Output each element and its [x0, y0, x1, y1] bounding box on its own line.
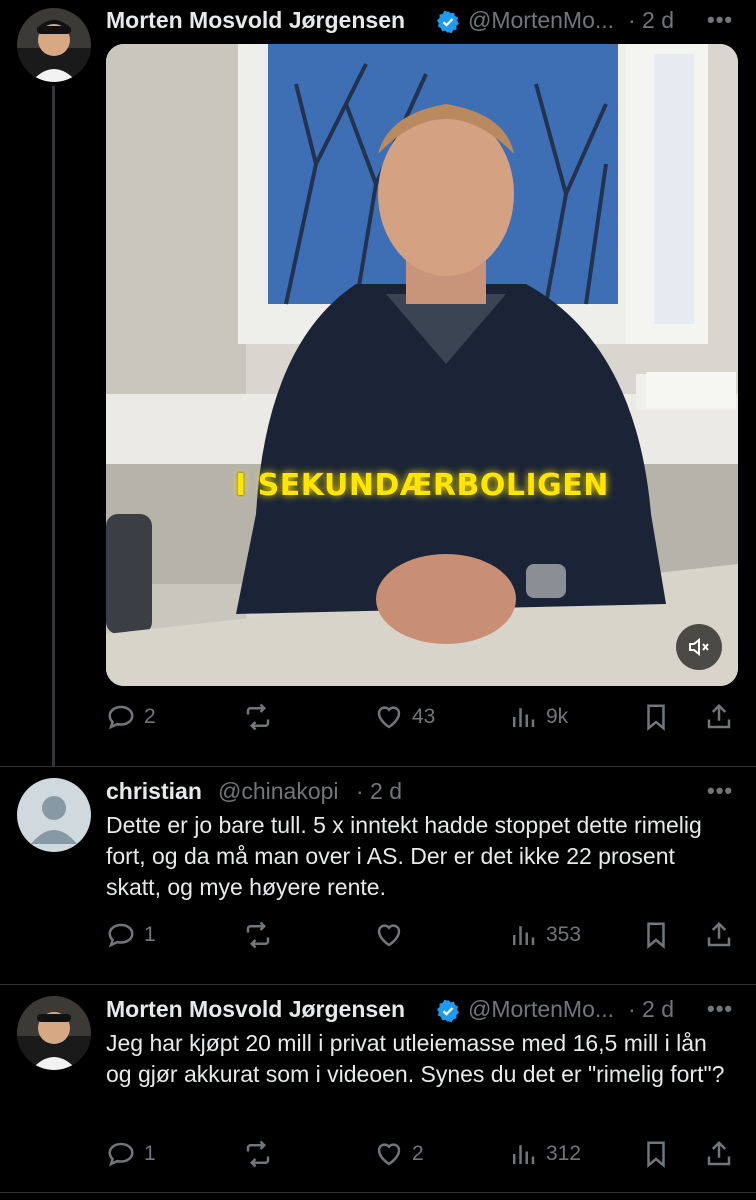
- reply-icon: [108, 1142, 134, 1167]
- like-button[interactable]: [374, 920, 412, 950]
- repost-button[interactable]: [243, 920, 281, 950]
- tweet-text: Jeg har kjøpt 20 mill i privat utleiemas…: [106, 1030, 725, 1087]
- reply-count: 2: [144, 705, 156, 728]
- share-button[interactable]: [704, 920, 734, 950]
- reply-button[interactable]: 2: [106, 702, 156, 732]
- video-player[interactable]: I SEKUNDÆRBOLIGEN: [106, 44, 738, 686]
- share-icon: [707, 1140, 731, 1166]
- tweet-time[interactable]: · 2 d: [628, 7, 674, 34]
- like-button[interactable]: 2: [374, 1139, 424, 1169]
- reply-button[interactable]: 1: [106, 1139, 156, 1169]
- repost-button[interactable]: [243, 702, 281, 732]
- views-button[interactable]: 9k: [508, 702, 568, 732]
- tweet-text: Dette er jo bare tull. 5 x inntekt hadde…: [106, 812, 702, 900]
- author-name[interactable]: Morten Mosvold Jørgensen: [106, 7, 405, 34]
- reply-count: 1: [144, 1142, 156, 1165]
- share-icon: [707, 921, 731, 947]
- bookmark-icon: [647, 704, 665, 731]
- like-count: 2: [412, 1142, 424, 1165]
- verified-icon: [437, 999, 459, 1023]
- verified-icon: [437, 10, 459, 34]
- more-options-icon[interactable]: •••: [707, 7, 733, 33]
- more-options-icon[interactable]: •••: [707, 996, 733, 1022]
- views-count: 9k: [546, 705, 569, 728]
- bookmark-icon: [647, 922, 665, 949]
- bookmark-button[interactable]: [641, 1139, 671, 1169]
- author-handle[interactable]: @chinakopi: [218, 778, 339, 805]
- mute-button[interactable]: [676, 624, 722, 670]
- author-avatar[interactable]: [17, 8, 91, 82]
- bookmark-button[interactable]: [641, 920, 671, 950]
- share-button[interactable]: [704, 1139, 734, 1169]
- views-count: 312: [546, 1142, 582, 1165]
- like-icon: [377, 1143, 401, 1166]
- thread-connector: [52, 86, 55, 766]
- author-name[interactable]: Morten Mosvold Jørgensen: [106, 996, 405, 1023]
- reply-button[interactable]: 1: [106, 920, 156, 950]
- more-options-icon[interactable]: •••: [707, 778, 733, 804]
- share-button[interactable]: [704, 702, 734, 732]
- video-frame: [106, 44, 738, 686]
- like-icon: [377, 706, 401, 729]
- default-avatar-icon[interactable]: [17, 778, 91, 852]
- repost-icon: [246, 921, 270, 949]
- views-button[interactable]: 353: [508, 920, 581, 950]
- like-count: 43: [412, 705, 436, 728]
- views-button[interactable]: 312: [508, 1139, 581, 1169]
- tweet-divider: [0, 766, 756, 767]
- views-icon: [513, 708, 535, 727]
- tweet-time[interactable]: · 2 d: [628, 996, 674, 1023]
- like-icon: [377, 924, 401, 947]
- video-caption-overlay: I SEKUNDÆRBOLIGEN: [235, 468, 609, 503]
- reply-count: 1: [144, 923, 156, 946]
- views-icon: [513, 1145, 535, 1164]
- tweet-divider: [0, 984, 756, 985]
- tweet-time[interactable]: · 2 d: [356, 778, 402, 805]
- bookmark-icon: [647, 1141, 665, 1168]
- tweet-divider: [0, 1192, 756, 1193]
- mute-icon: [689, 637, 709, 657]
- repost-icon: [246, 703, 270, 731]
- author-handle[interactable]: @MortenMo...: [468, 7, 614, 34]
- author-handle[interactable]: @MortenMo...: [468, 996, 614, 1023]
- repost-button[interactable]: [243, 1139, 281, 1169]
- views-icon: [513, 926, 535, 945]
- share-icon: [707, 703, 731, 729]
- reply-icon: [108, 923, 134, 948]
- repost-icon: [246, 1140, 270, 1168]
- reply-icon: [108, 705, 134, 730]
- author-name[interactable]: christian: [106, 778, 202, 805]
- bookmark-button[interactable]: [641, 702, 671, 732]
- like-button[interactable]: 43: [374, 702, 435, 732]
- views-count: 353: [546, 923, 582, 946]
- author-avatar[interactable]: [17, 996, 91, 1070]
